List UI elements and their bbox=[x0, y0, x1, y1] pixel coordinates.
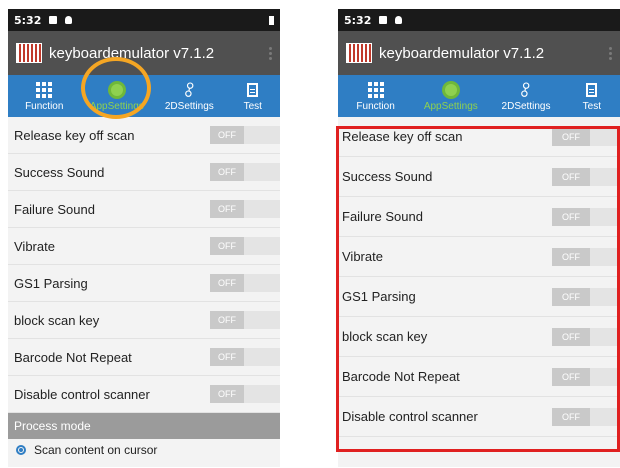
overflow-menu-icon[interactable] bbox=[269, 46, 272, 60]
setting-row: Barcode Not Repeat OFF bbox=[8, 339, 280, 376]
app-title: keyboardemulator v7.1.2 bbox=[49, 44, 215, 62]
clipboard-icon bbox=[247, 81, 259, 99]
app-logo-icon bbox=[16, 43, 42, 63]
toggle-track bbox=[244, 163, 280, 181]
notification-icon bbox=[65, 16, 73, 24]
setting-label: Barcode Not Repeat bbox=[14, 349, 132, 365]
tab-label: 2DSettings bbox=[164, 100, 214, 112]
status-time: 5:32 bbox=[344, 13, 372, 27]
grid-icon bbox=[367, 81, 384, 99]
toggle-track bbox=[244, 311, 280, 329]
toggle-state: OFF bbox=[210, 311, 244, 329]
tab-label: Test bbox=[582, 100, 601, 112]
toggle-track bbox=[244, 385, 280, 403]
tab-function[interactable]: Function bbox=[8, 75, 81, 117]
toggle-switch[interactable]: OFF bbox=[210, 200, 280, 218]
toggle-state: OFF bbox=[210, 126, 244, 144]
radio-selected-icon[interactable] bbox=[16, 445, 26, 455]
toggle-track bbox=[244, 237, 280, 255]
settings-highlight-box bbox=[336, 126, 620, 452]
toggle-state: OFF bbox=[210, 200, 244, 218]
toggle-switch[interactable]: OFF bbox=[210, 385, 280, 403]
setting-row: Vibrate OFF bbox=[8, 228, 280, 265]
setting-label: GS1 Parsing bbox=[14, 275, 88, 291]
setting-label: Disable control scanner bbox=[14, 386, 150, 402]
setting-row: Release key off scan OFF bbox=[8, 117, 280, 154]
setting-label: Failure Sound bbox=[14, 201, 95, 217]
toggle-state: OFF bbox=[210, 274, 244, 292]
gear-icon bbox=[444, 81, 457, 99]
toggle-track bbox=[244, 200, 280, 218]
clipboard-icon bbox=[586, 81, 598, 99]
tab-label: Test bbox=[243, 100, 262, 112]
toggle-track bbox=[244, 126, 280, 144]
setting-label: Release key off scan bbox=[14, 127, 135, 143]
status-bar: 5:32 bbox=[8, 9, 280, 31]
notification-icon bbox=[49, 16, 58, 24]
status-bar: 5:32 bbox=[338, 9, 620, 31]
notification-icon bbox=[395, 16, 403, 24]
tab-test[interactable]: Test bbox=[564, 75, 620, 117]
app-title: keyboardemulator v7.1.2 bbox=[379, 44, 545, 62]
toggle-switch[interactable]: OFF bbox=[210, 311, 280, 329]
toggle-switch[interactable]: OFF bbox=[210, 163, 280, 181]
tab-label: AppSettings bbox=[423, 100, 478, 112]
toggle-state: OFF bbox=[210, 348, 244, 366]
process-mode-option-label: Scan content on cursor bbox=[34, 443, 158, 457]
grid-icon bbox=[36, 81, 53, 99]
toggle-track bbox=[244, 348, 280, 366]
notification-icon bbox=[379, 16, 388, 24]
tab-label: Function bbox=[356, 100, 395, 112]
setting-row: Success Sound OFF bbox=[8, 154, 280, 191]
tab-bar: Function AppSettings ☍ 2DSettings Test bbox=[338, 75, 620, 117]
toggle-state: OFF bbox=[210, 163, 244, 181]
setting-row: Failure Sound OFF bbox=[8, 191, 280, 228]
setting-row: GS1 Parsing OFF bbox=[8, 265, 280, 302]
tab-label: Function bbox=[25, 100, 64, 112]
status-time: 5:32 bbox=[14, 13, 42, 27]
toggle-switch[interactable]: OFF bbox=[210, 126, 280, 144]
setting-label: block scan key bbox=[14, 312, 100, 328]
link-icon: ☍ bbox=[514, 77, 538, 102]
tab-test[interactable]: Test bbox=[226, 75, 280, 117]
setting-row: Disable control scanner OFF bbox=[8, 376, 280, 413]
app-bar: keyboardemulator v7.1.2 bbox=[338, 31, 620, 75]
process-mode-option[interactable]: Scan content on cursor bbox=[8, 439, 280, 461]
setting-label: Vibrate bbox=[14, 238, 55, 254]
tab-2dsettings[interactable]: ☍ 2DSettings bbox=[488, 75, 563, 117]
link-icon: ☍ bbox=[177, 77, 202, 102]
toggle-switch[interactable]: OFF bbox=[210, 237, 280, 255]
app-bar: keyboardemulator v7.1.2 bbox=[8, 31, 280, 75]
tab-function[interactable]: Function bbox=[338, 75, 413, 117]
tab-2dsettings[interactable]: ☍ 2DSettings bbox=[153, 75, 226, 117]
battery-icon bbox=[269, 15, 274, 25]
toggle-track bbox=[244, 274, 280, 292]
tab-appsettings[interactable]: AppSettings bbox=[413, 75, 488, 117]
app-logo-icon bbox=[346, 43, 372, 63]
toggle-state: OFF bbox=[210, 237, 244, 255]
toggle-switch[interactable]: OFF bbox=[210, 274, 280, 292]
settings-list: Release key off scan OFF Success Sound OFF… bbox=[8, 117, 280, 413]
setting-label: Success Sound bbox=[14, 164, 105, 180]
appsettings-highlight-circle bbox=[81, 57, 151, 119]
toggle-state: OFF bbox=[210, 385, 244, 403]
toggle-switch[interactable]: OFF bbox=[210, 348, 280, 366]
setting-row: block scan key OFF bbox=[8, 302, 280, 339]
overflow-menu-icon[interactable] bbox=[609, 46, 612, 60]
process-mode-header: Process mode bbox=[8, 413, 280, 439]
